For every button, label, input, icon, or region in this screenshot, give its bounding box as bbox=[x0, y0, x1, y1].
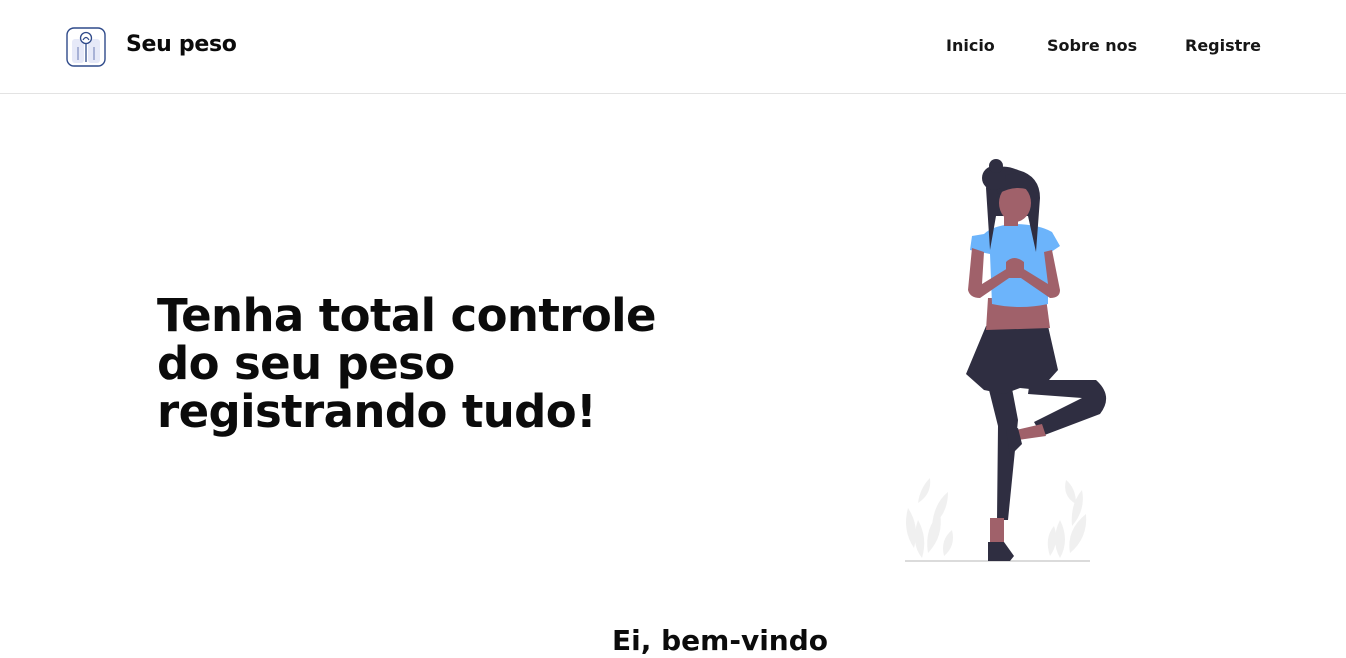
welcome-heading: Ei, bem-vindo bbox=[612, 624, 829, 657]
hero-title: Tenha total controle do seu peso registr… bbox=[157, 292, 677, 436]
brand-name[interactable]: Seu peso bbox=[126, 31, 237, 59]
leaf-icon bbox=[1047, 480, 1087, 558]
hero-title-line: Tenha total controle bbox=[157, 289, 657, 342]
hero-title-line: do seu peso bbox=[157, 337, 455, 390]
scale-icon[interactable] bbox=[66, 27, 106, 67]
leaf-icon bbox=[906, 478, 953, 558]
hero-title-line: registrando tudo! bbox=[157, 385, 597, 438]
site-header: Seu peso Inicio Sobre nos Registre bbox=[0, 0, 1346, 94]
nav-inicio[interactable]: Inicio bbox=[946, 36, 995, 56]
yoga-woman-illustration bbox=[905, 159, 1107, 562]
nav-sobre-nos[interactable]: Sobre nos bbox=[1047, 36, 1137, 56]
nav-registre[interactable]: Registre bbox=[1185, 36, 1261, 56]
